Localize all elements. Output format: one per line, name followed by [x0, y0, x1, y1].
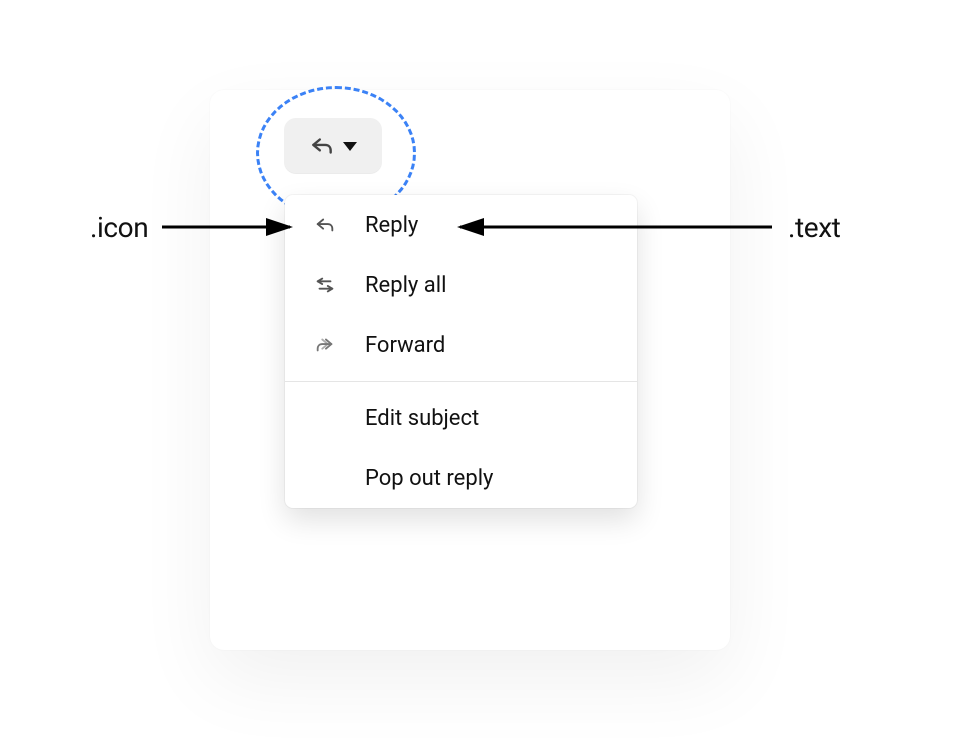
menu-item-label: Edit subject [365, 406, 611, 431]
menu-item-label: Forward [365, 333, 611, 358]
menu-separator [285, 381, 637, 382]
reply-icon [311, 214, 339, 236]
annotation-icon-label: .icon [90, 211, 148, 244]
arrow-right-to-text [452, 218, 780, 238]
menu-item-label: Reply all [365, 273, 611, 298]
menu-item-forward[interactable]: Forward [285, 315, 637, 375]
menu-item-reply-all[interactable]: Reply all [285, 255, 637, 315]
menu-item-pop-out-reply[interactable]: • Pop out reply [285, 448, 637, 508]
reply-dropdown-menu: Reply Reply all Forward [285, 195, 637, 508]
arrow-left-to-icon [162, 218, 300, 238]
forward-icon [311, 334, 339, 356]
reply-all-icon [311, 274, 339, 296]
annotation-text-label: .text [788, 211, 840, 244]
menu-item-edit-subject[interactable]: • Edit subject [285, 388, 637, 448]
menu-item-label: Pop out reply [365, 466, 611, 491]
